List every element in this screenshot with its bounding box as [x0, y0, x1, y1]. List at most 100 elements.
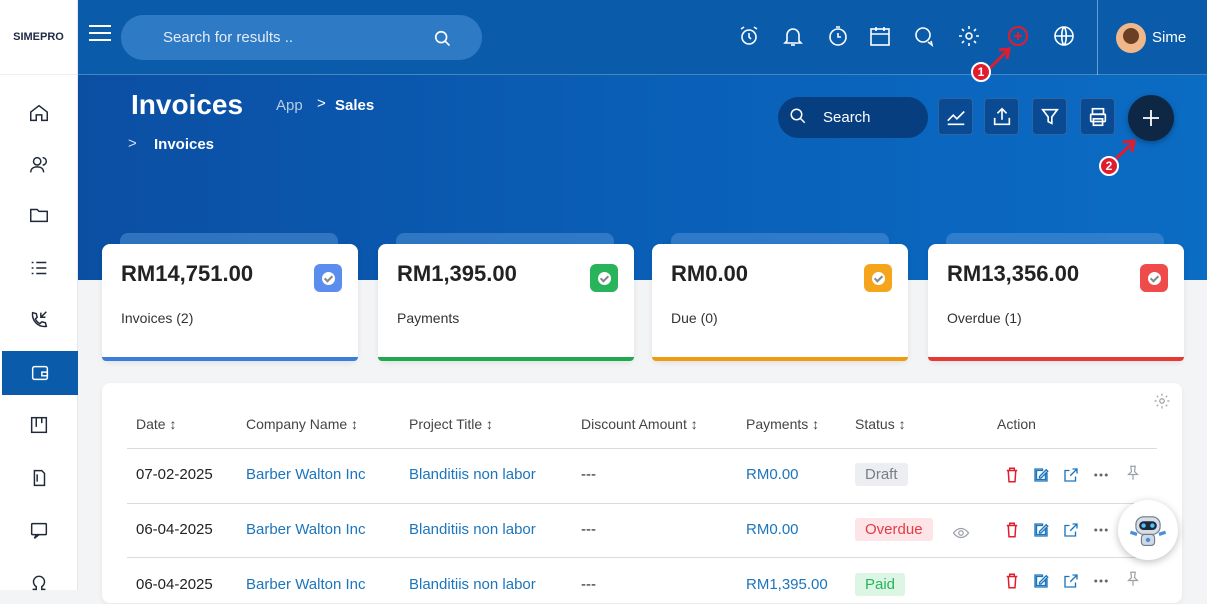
cell-discount: ---	[581, 466, 596, 483]
column-header-date[interactable]: Date ↕	[136, 416, 176, 432]
global-search-input[interactable]: Search for results ..	[121, 15, 482, 60]
sidebar-item-projects[interactable]	[0, 403, 78, 447]
breadcrumb-separator: >	[317, 95, 326, 112]
list-icon	[31, 261, 47, 275]
home-icon	[30, 104, 48, 122]
cell-project-link[interactable]: Blanditiis non labor	[409, 576, 536, 593]
sidebar-item-chat[interactable]	[0, 509, 78, 553]
external-link-icon[interactable]	[1062, 466, 1080, 484]
annotation-badge-1: 1	[971, 62, 991, 82]
check-badge-icon	[1140, 264, 1168, 292]
summary-card-payments[interactable]: RM1,395.00 Payments	[378, 244, 634, 361]
cell-date: 06-04-2025	[136, 576, 213, 593]
summary-card-invoices[interactable]: RM14,751.00 Invoices (2)	[102, 244, 358, 361]
breadcrumb-current: Invoices	[154, 136, 215, 153]
column-header-company[interactable]: Company Name ↕	[246, 416, 358, 432]
search-icon	[790, 108, 806, 124]
plus-icon	[1143, 110, 1159, 126]
summary-card-overdue[interactable]: RM13,356.00 Overdue (1)	[928, 244, 1184, 361]
cell-payments-link[interactable]: RM0.00	[746, 521, 799, 538]
more-icon[interactable]	[1092, 521, 1110, 539]
filter-button[interactable]	[1032, 98, 1067, 135]
edit-icon[interactable]	[1032, 521, 1050, 539]
calendar-icon[interactable]	[868, 24, 892, 48]
page-search-label: Search	[823, 109, 871, 126]
table-divider	[127, 448, 1157, 449]
card-accent-bar	[652, 357, 908, 361]
delete-icon[interactable]	[1003, 572, 1021, 590]
sidebar-item-tickets[interactable]	[0, 456, 78, 500]
annotation-badge-2: 2	[1099, 156, 1119, 176]
cell-payments-link[interactable]: RM1,395.00	[746, 576, 828, 593]
column-header-discount[interactable]: Discount Amount ↕	[581, 416, 698, 432]
sidebar-item-wallet[interactable]	[2, 351, 78, 395]
external-link-icon[interactable]	[1062, 521, 1080, 539]
more-icon[interactable]	[1092, 466, 1110, 484]
cell-project-link[interactable]: Blanditiis non labor	[409, 521, 536, 538]
pin-icon[interactable]	[1124, 570, 1142, 588]
delete-icon[interactable]	[1003, 466, 1021, 484]
eye-icon[interactable]	[952, 524, 970, 542]
bell-icon[interactable]	[781, 24, 805, 48]
column-header-status[interactable]: Status ↕	[855, 416, 906, 432]
menu-toggle-icon[interactable]	[89, 25, 111, 45]
pin-icon[interactable]	[1124, 464, 1142, 482]
breadcrumb-app[interactable]: App	[276, 97, 303, 114]
chart-icon	[946, 110, 965, 125]
sidebar-item-calls[interactable]	[0, 298, 78, 342]
cell-company-link[interactable]: Barber Walton Inc	[246, 521, 366, 538]
folder-icon	[30, 208, 48, 223]
search-icon[interactable]	[432, 28, 452, 48]
cell-company-link[interactable]: Barber Walton Inc	[246, 466, 366, 483]
search-placeholder: Search for results ..	[163, 29, 294, 46]
check-badge-icon	[314, 264, 342, 292]
external-link-icon[interactable]	[1062, 572, 1080, 590]
column-header-project[interactable]: Project Title ↕	[409, 416, 493, 432]
cell-discount: ---	[581, 521, 596, 538]
table-divider	[127, 557, 1157, 558]
sidebar-item-list[interactable]	[0, 246, 78, 290]
page-title: Invoices	[131, 89, 244, 120]
cell-project-link[interactable]: Blanditiis non labor	[409, 466, 536, 483]
breadcrumb-separator: >	[128, 135, 137, 152]
wallet-icon	[31, 365, 49, 381]
export-button[interactable]	[984, 98, 1019, 135]
sidebar-item-omega[interactable]	[0, 560, 78, 604]
sidebar-item-home[interactable]	[0, 91, 78, 135]
kanban-icon	[30, 416, 48, 434]
logo[interactable]: SIME PRO	[0, 0, 77, 75]
ticket-icon	[33, 469, 46, 487]
chat-bubbles-icon[interactable]	[913, 24, 937, 48]
sidebar-item-users[interactable]	[0, 143, 78, 187]
sidebar: SIME PRO	[0, 0, 78, 591]
card-accent-bar	[378, 357, 634, 361]
card-amount: RM1,395.00	[397, 261, 517, 286]
cell-company-link[interactable]: Barber Walton Inc	[246, 576, 366, 593]
logo-main: SIME	[13, 31, 41, 43]
table-settings-gear-icon[interactable]	[1153, 392, 1171, 410]
breadcrumb-sales[interactable]: Sales	[335, 97, 374, 114]
summary-card-due[interactable]: RM0.00 Due (0)	[652, 244, 908, 361]
print-button[interactable]	[1080, 98, 1115, 135]
timer-icon[interactable]	[826, 24, 850, 48]
upload-icon	[993, 107, 1010, 125]
column-header-action: Action	[997, 416, 1036, 432]
gear-icon[interactable]	[957, 24, 981, 48]
cell-date: 07-02-2025	[136, 466, 213, 483]
sidebar-item-folder[interactable]	[0, 193, 78, 237]
user-name: Sime	[1152, 29, 1187, 46]
edit-icon[interactable]	[1032, 466, 1050, 484]
delete-icon[interactable]	[1003, 521, 1021, 539]
chatbot-launcher[interactable]	[1118, 500, 1178, 560]
more-icon[interactable]	[1092, 572, 1110, 590]
edit-icon[interactable]	[1032, 572, 1050, 590]
user-menu[interactable]: Sime	[1097, 0, 1207, 75]
alarm-clock-icon[interactable]	[737, 24, 761, 48]
cell-payments-link[interactable]: RM0.00	[746, 466, 799, 483]
check-badge-icon	[864, 264, 892, 292]
globe-icon[interactable]	[1052, 24, 1076, 48]
card-label: Due (0)	[671, 310, 718, 326]
robot-icon	[1129, 516, 1167, 546]
chart-button[interactable]	[938, 98, 973, 135]
column-header-payments[interactable]: Payments ↕	[746, 416, 819, 432]
